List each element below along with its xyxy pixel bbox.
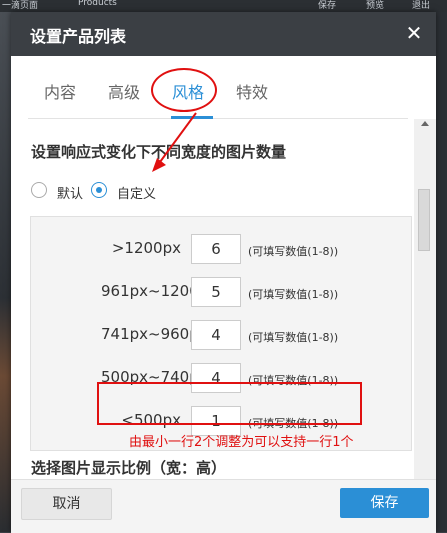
annotation-arrow-icon	[152, 112, 197, 172]
